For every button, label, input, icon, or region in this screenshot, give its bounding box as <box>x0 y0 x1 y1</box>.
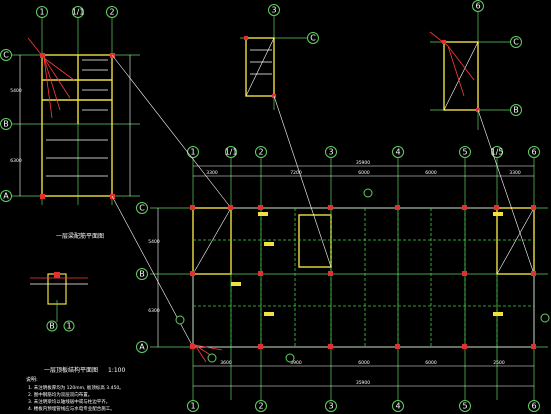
svg-text:1: 1 <box>190 148 195 157</box>
axis-bubble-a: A <box>136 341 148 353</box>
axis-bubble-6: 6 <box>528 146 540 158</box>
svg-text:6: 6 <box>531 148 536 157</box>
svg-text:C: C <box>310 34 316 43</box>
svg-text:B: B <box>49 322 55 331</box>
dim-label: 5400 <box>10 88 22 94</box>
svg-text:3: 3 <box>328 402 333 411</box>
section-marker <box>363 188 373 198</box>
svg-text:6: 6 <box>475 2 480 11</box>
svg-text:5: 5 <box>462 402 467 411</box>
svg-text:2: 2 <box>258 402 263 411</box>
main-plan-scale: 1:100 <box>108 367 125 374</box>
svg-text:1: 1 <box>39 8 44 17</box>
section-marker <box>285 353 295 363</box>
axis-bubble-5: 5 <box>459 400 471 412</box>
note-line: 4. 楼板内预埋管线应与水电专业配合施工。 <box>28 405 115 412</box>
dim-label: 6000 <box>358 170 370 176</box>
svg-text:B: B <box>3 120 9 129</box>
svg-text:C: C <box>513 38 519 47</box>
dim-label: 2500 <box>493 360 505 366</box>
dim-label: 6000 <box>425 360 437 366</box>
axis-bubble-b: B <box>46 320 58 332</box>
section-detail: B 1 <box>30 272 88 332</box>
axis-bubble-c: C <box>510 36 522 48</box>
notes-heading: 说明: <box>26 376 38 383</box>
section-marker <box>175 315 185 325</box>
note-line: 2. 图中钢筋均为双层双向布置。 <box>28 391 92 398</box>
svg-text:6: 6 <box>531 402 536 411</box>
svg-text:2: 2 <box>258 148 263 157</box>
axis-bubble-4: 4 <box>392 400 404 412</box>
axis-bubble-2: 2 <box>106 6 118 18</box>
axis-bubble-b: B <box>510 104 522 116</box>
svg-text:4: 4 <box>395 148 400 157</box>
dim-total-top: 35900 <box>356 160 370 166</box>
axis-bubble-b: B <box>136 268 148 280</box>
svg-text:C: C <box>3 51 9 60</box>
svg-text:3: 3 <box>271 6 276 15</box>
stair-beam-plan: 1 1/1 2 C B A 5400 6300 一层梁配筋平面图 <box>0 6 140 240</box>
svg-text:2: 2 <box>109 8 114 17</box>
dim-label: 6300 <box>10 158 22 164</box>
dim-label: 6000 <box>358 360 370 366</box>
svg-text:5: 5 <box>462 148 467 157</box>
general-notes: 说明: 1. 未注明板厚均为 120mm, 板顶标高 3.450。 2. 图中钢… <box>26 376 124 412</box>
stair-plan-title: 一层梁配筋平面图 <box>56 232 104 240</box>
axis-bubble-c: C <box>307 32 319 44</box>
axis-bubble-b: B <box>0 118 12 130</box>
axis-bubble-3: 3 <box>325 400 337 412</box>
svg-text:1/1: 1/1 <box>225 148 238 157</box>
axis-bubble-4: 4 <box>392 146 404 158</box>
section-marker <box>207 353 217 363</box>
axis-bubble-6: 6 <box>472 0 484 12</box>
svg-text:B: B <box>139 270 145 279</box>
column <box>40 53 45 58</box>
svg-text:1: 1 <box>190 402 195 411</box>
dim-label: 5400 <box>148 239 160 245</box>
axis-bubble-1a: 1/1 <box>72 6 85 18</box>
svg-text:C: C <box>139 204 145 213</box>
axis-bubble-1: 1 <box>187 146 199 158</box>
axis-bubble-3: 3 <box>325 146 337 158</box>
detail-axis-3: 3 C <box>240 4 319 110</box>
axis-bubble-6: 6 <box>528 400 540 412</box>
main-floor-plan: 1 1/1 2 3 4 5 1/5 6 1 2 3 4 5 6 C B A 35… <box>44 54 550 412</box>
svg-text:4: 4 <box>395 402 400 411</box>
axis-bubble-5: 5 <box>459 146 471 158</box>
axis-bubble-c: C <box>0 49 12 61</box>
section-marker <box>540 313 550 323</box>
svg-text:A: A <box>3 192 9 201</box>
dim-label: 3300 <box>509 170 521 176</box>
svg-text:1/1: 1/1 <box>72 8 85 17</box>
svg-text:1: 1 <box>66 322 71 331</box>
axis-bubble-1: 1 <box>187 400 199 412</box>
column <box>40 194 45 199</box>
cad-drawing: 1 1/1 2 C B A 5400 6300 一层梁配筋平面图 3 C 6 C… <box>0 0 550 412</box>
axis-bubble-2: 2 <box>255 146 267 158</box>
note-line: 1. 未注明板厚均为 120mm, 板顶标高 3.450。 <box>28 384 124 391</box>
note-line: 3. 未注明梁均以轴线居中或与柱边平齐。 <box>28 398 110 405</box>
detail-axis-6: 6 C B <box>429 0 522 130</box>
axis-bubble-3: 3 <box>268 4 280 16</box>
axis-bubble-2: 2 <box>255 400 267 412</box>
dim-label: 3300 <box>206 170 218 176</box>
dim-label: 6000 <box>425 170 437 176</box>
axis-bubble-1: 1 <box>36 6 48 18</box>
dim-total-bottom: 35900 <box>356 380 370 386</box>
svg-text:B: B <box>513 106 519 115</box>
axis-bubble-a: A <box>0 190 12 202</box>
svg-text:3: 3 <box>328 148 333 157</box>
axis-bubble-1a: 1/1 <box>225 146 238 158</box>
main-plan-title: 一层顶板结构平面图 <box>44 366 98 374</box>
dim-label: 6300 <box>148 308 160 314</box>
axis-bubble-c: C <box>136 202 148 214</box>
dim-label: 3600 <box>220 360 232 366</box>
svg-text:A: A <box>139 343 145 352</box>
axis-bubble-1: 1 <box>63 320 75 332</box>
